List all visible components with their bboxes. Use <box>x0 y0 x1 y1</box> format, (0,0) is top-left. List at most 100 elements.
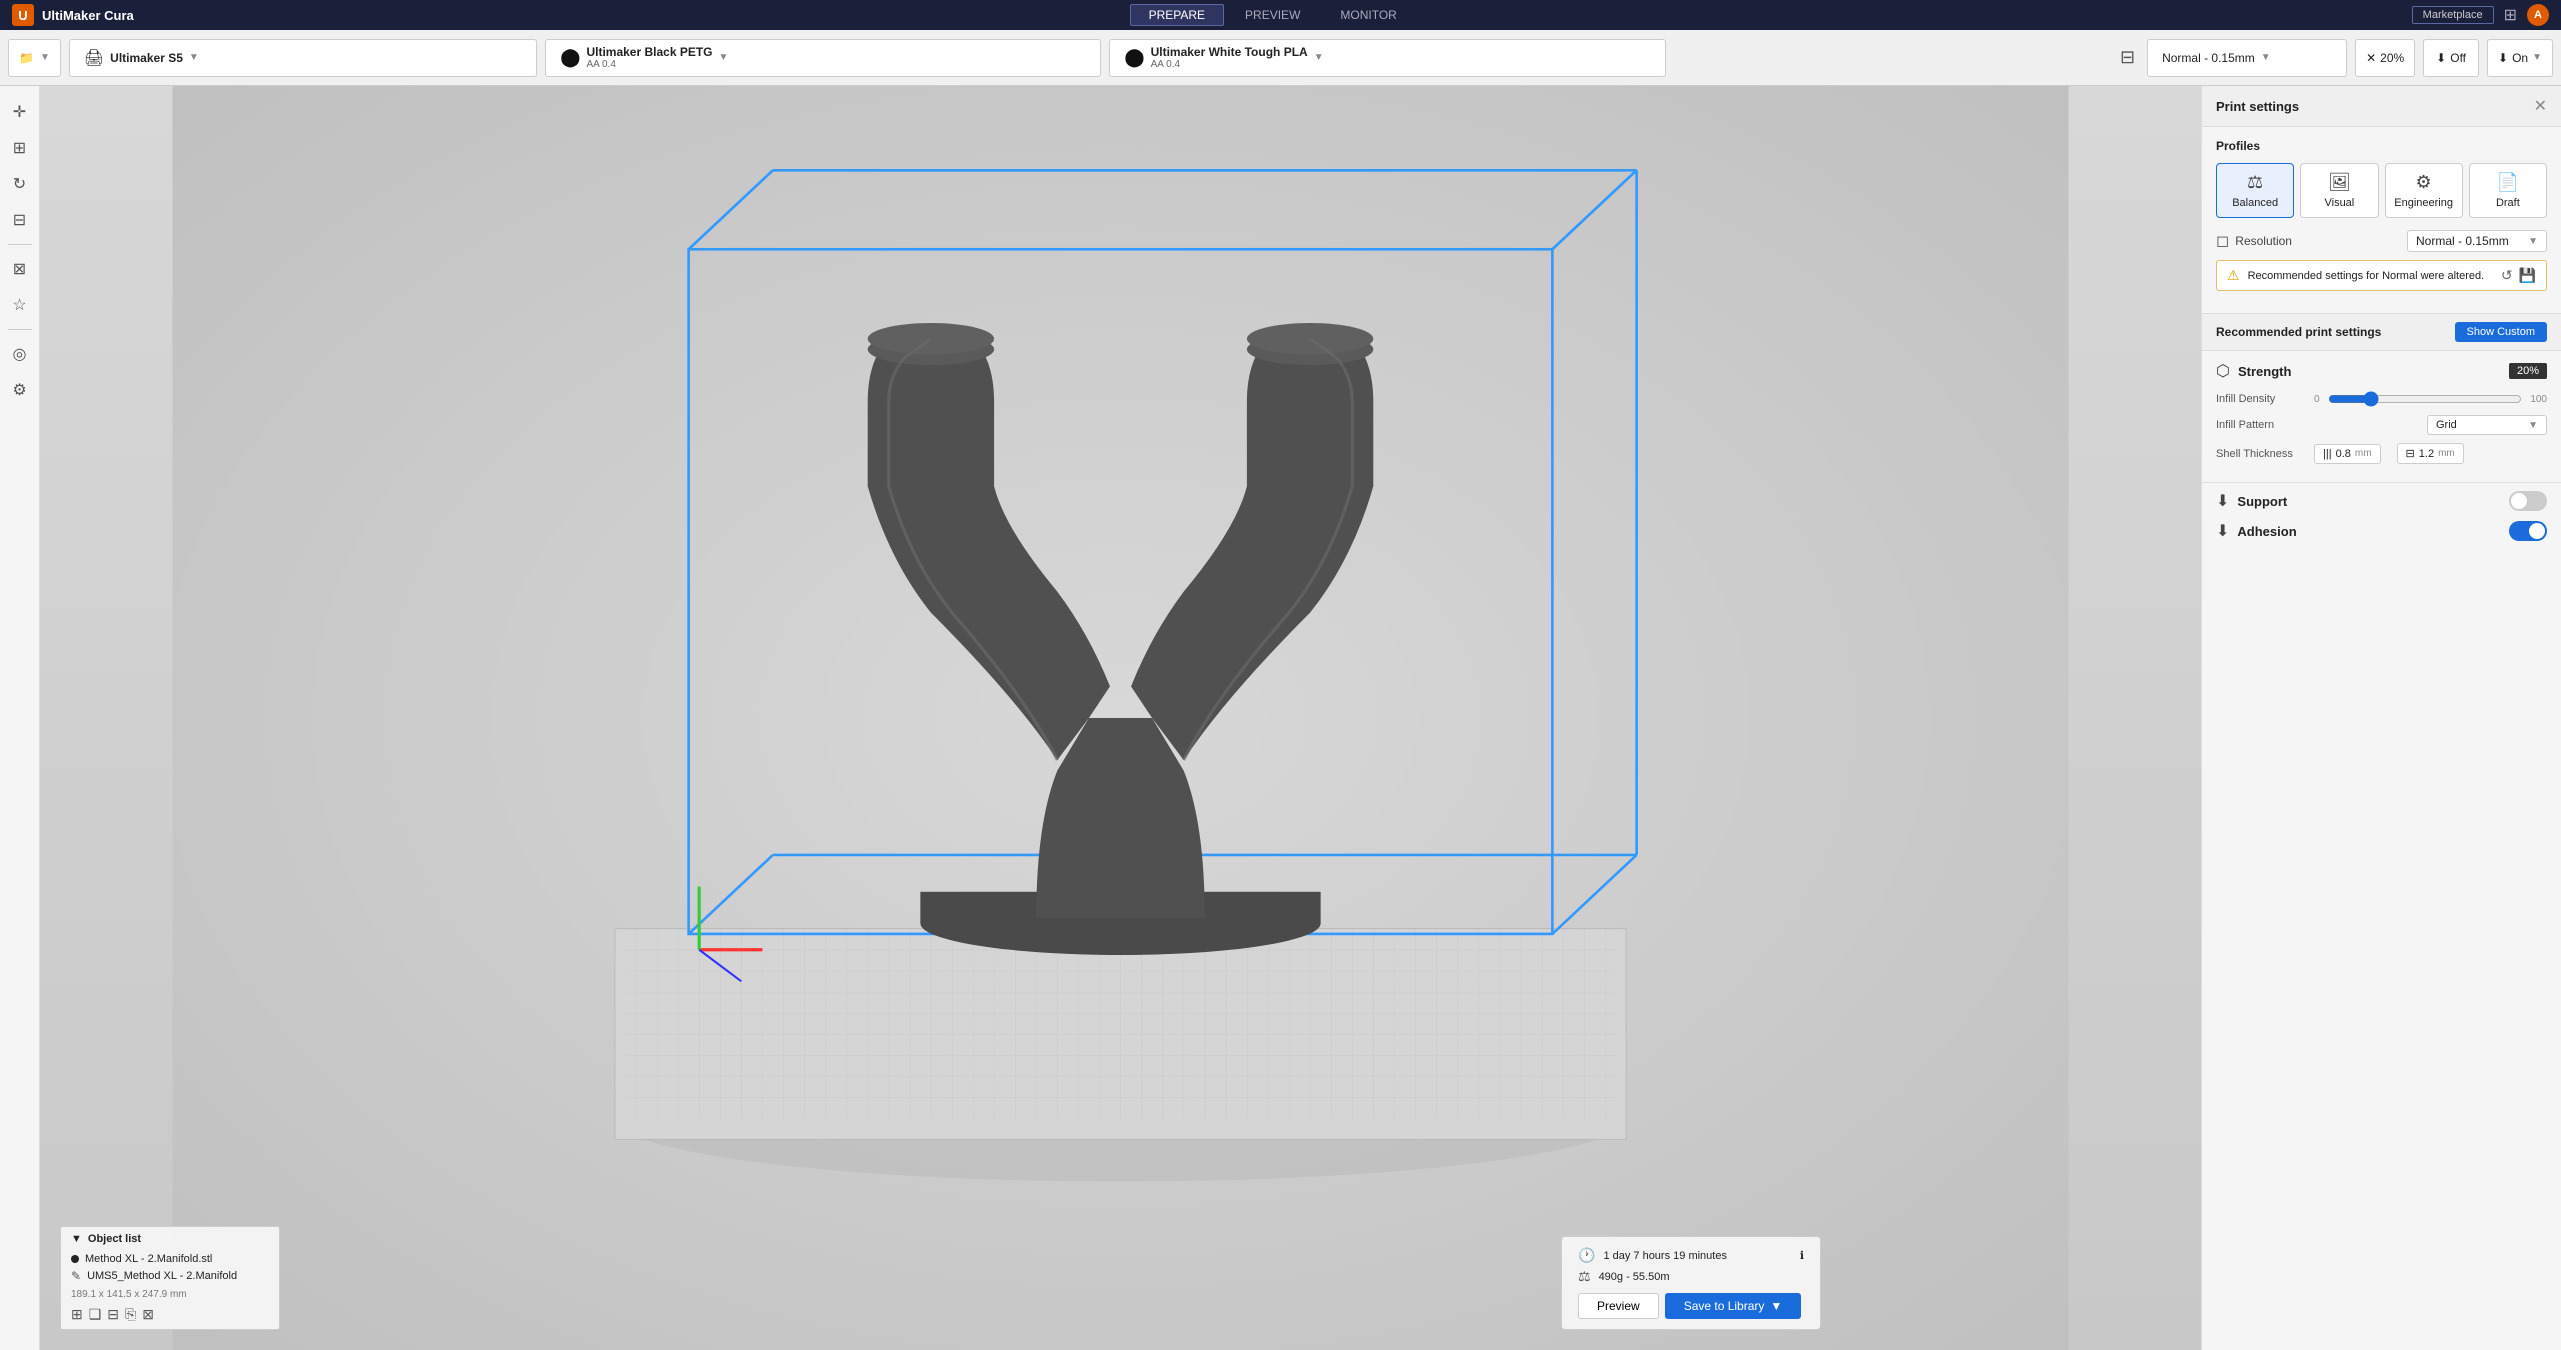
profile-selector[interactable]: Normal - 0.15mm ▼ <box>2147 39 2347 77</box>
toolbar: 📁 ▼ 🖨 Ultimaker S5 ▼ ⬤ Ultimaker Black P… <box>0 30 2561 86</box>
extruder2-icon: ⬤ <box>1124 47 1144 68</box>
recommended-header: Recommended print settings Show Custom <box>2202 313 2561 351</box>
preview-tab[interactable]: PREVIEW <box>1226 4 1319 26</box>
shell-lines-icon: ||| <box>2323 448 2332 460</box>
object-icon-2[interactable]: ❑ <box>89 1306 102 1323</box>
adhesion-toggle-label: Adhesion <box>2237 524 2296 539</box>
estimate-actions: Preview Save to Library ▼ <box>1578 1293 1804 1319</box>
resolution-value: Normal - 0.15mm <box>2416 234 2509 248</box>
sidebar-divider-2 <box>8 329 32 330</box>
strength-section: ⬡ Strength 20% Infill Density 0 100 Infi… <box>2202 351 2561 482</box>
profile-icon-area: ⊟ <box>2120 47 2135 68</box>
adhesion-toggle-knob <box>2529 523 2545 539</box>
support-label: Off <box>2450 51 2466 65</box>
warning-row: ⚠ Recommended settings for Normal were a… <box>2216 260 2547 291</box>
save-to-library-button[interactable]: Save to Library ▼ <box>1665 1293 1802 1319</box>
panel-title: Print settings <box>2216 99 2299 114</box>
object-icon-4[interactable]: ⎘ <box>125 1306 136 1323</box>
svg-text:U: U <box>18 8 27 23</box>
infill-density-label: Infill Density <box>2216 393 2306 405</box>
camera-view-tool[interactable]: ◎ <box>4 338 36 370</box>
prepare-tab[interactable]: PREPARE <box>1130 4 1224 26</box>
profile-engineering[interactable]: ⚙ Engineering <box>2385 163 2463 218</box>
panel-close-button[interactable]: ✕ <box>2534 96 2547 116</box>
object-icon-1[interactable]: ⊞ <box>71 1306 83 1323</box>
monitor-tab[interactable]: MONITOR <box>1321 4 1415 26</box>
rotate-tool[interactable]: ↻ <box>4 168 36 200</box>
weight-estimate: 490g - 55.50m <box>1599 1271 1670 1283</box>
resolution-select[interactable]: Normal - 0.15mm ▼ <box>2407 230 2547 252</box>
avatar[interactable]: A <box>2527 4 2549 26</box>
printer-selector[interactable]: 🖨 Ultimaker S5 ▼ <box>69 39 537 77</box>
support-blocker-tool[interactable]: ☆ <box>4 289 36 321</box>
material2-chevron: ▼ <box>1314 52 1324 63</box>
reset-warning-button[interactable]: ↺ <box>2501 267 2513 284</box>
object-icon-5[interactable]: ⊠ <box>142 1306 154 1323</box>
object-icon-3[interactable]: ⊟ <box>107 1306 119 1323</box>
extruder1-icon: ⬤ <box>560 47 580 68</box>
shell-thickness-input-2[interactable]: ⊟ 1.2 mm <box>2397 443 2464 464</box>
topbar-nav: PREPARE PREVIEW MONITOR <box>1130 4 1416 26</box>
profile-visual[interactable]: 🖼 Visual <box>2300 163 2378 218</box>
save-label: Save to Library <box>1684 1299 1765 1313</box>
save-chevron: ▼ <box>2532 52 2542 63</box>
settings-view-tool[interactable]: ⚙ <box>4 374 36 406</box>
marketplace-button[interactable]: Marketplace <box>2412 6 2494 24</box>
engineering-icon: ⚙ <box>2416 172 2432 193</box>
object-list-panel: ▼ Object list Method XL - 2.Manifold.stl… <box>60 1226 280 1330</box>
mirror-tool[interactable]: ⊟ <box>4 204 36 236</box>
printer-icon: 🖨 <box>84 48 104 68</box>
adhesion-toggle-switch[interactable] <box>2509 521 2547 541</box>
infill-density-slider[interactable] <box>2328 391 2523 407</box>
file-open-button[interactable]: 📁 ▼ <box>8 39 61 77</box>
material2-selector[interactable]: ⬤ Ultimaker White Tough PLA AA 0.4 ▼ <box>1109 39 1665 77</box>
printer-chevron: ▼ <box>189 52 199 63</box>
resolution-row: ◻ Resolution Normal - 0.15mm ▼ <box>2216 230 2547 252</box>
object-list-header[interactable]: ▼ Object list <box>71 1233 269 1245</box>
main-layout: ✛ ⊞ ↻ ⊟ ⊠ ☆ ◎ ⚙ <box>0 86 2561 1350</box>
folder-icon: 📁 <box>19 51 34 65</box>
object-name-2: UMS5_Method XL - 2.Manifold <box>87 1270 237 1282</box>
infill-pattern-select[interactable]: Grid ▼ <box>2427 415 2547 435</box>
app-logo: U <box>12 4 34 26</box>
list-item: Method XL - 2.Manifold.stl <box>71 1251 269 1267</box>
material1-selector[interactable]: ⬤ Ultimaker Black PETG AA 0.4 ▼ <box>545 39 1101 77</box>
topbar: U UltiMaker Cura PREPARE PREVIEW MONITOR… <box>0 0 2561 30</box>
weight-estimate-row: ⚖ 490g - 55.50m <box>1578 1268 1804 1285</box>
profile-chevron: ▼ <box>2261 52 2271 63</box>
sidebar-divider-1 <box>8 244 32 245</box>
support-toggle-switch[interactable] <box>2509 491 2547 511</box>
right-panel: Print settings ✕ Profiles ⚖ Balanced 🖼 V… <box>2201 86 2561 1350</box>
profile-label: Normal - 0.15mm <box>2162 51 2255 65</box>
edit-icon: ✎ <box>71 1269 81 1283</box>
show-custom-button[interactable]: Show Custom <box>2455 322 2547 342</box>
topbar-right: Marketplace ⊞ A <box>2412 4 2549 26</box>
per-model-tool[interactable]: ⊠ <box>4 253 36 285</box>
infill-pattern-row: Infill Pattern Grid ▼ <box>2216 415 2547 435</box>
infill-pct-button[interactable]: ✕ 20% <box>2355 39 2415 77</box>
shell-thickness-value2: 1.2 <box>2419 448 2434 460</box>
move-tool[interactable]: ✛ <box>4 96 36 128</box>
shell-thickness-label: Shell Thickness <box>2216 448 2306 460</box>
support-toggle-button[interactable]: ⬇ Off <box>2423 39 2479 77</box>
infill-pct-icon: ✕ <box>2366 51 2376 65</box>
profile-draft[interactable]: 📄 Draft <box>2469 163 2547 218</box>
strength-header: ⬡ Strength 20% <box>2216 361 2547 381</box>
info-icon[interactable]: ℹ <box>1800 1249 1804 1262</box>
viewport[interactable]: ▼ Object list Method XL - 2.Manifold.stl… <box>40 86 2201 1350</box>
grid-icon[interactable]: ⊞ <box>2504 5 2517 25</box>
infill-pattern-value: Grid <box>2436 419 2457 431</box>
strength-title: Strength <box>2238 364 2291 379</box>
save-warning-button[interactable]: 💾 <box>2519 267 2536 284</box>
save-button[interactable]: ⬇ On ▼ <box>2487 39 2553 77</box>
printer-info: Ultimaker S5 <box>110 51 183 65</box>
object-dot-1 <box>71 1255 79 1263</box>
shell-thickness-input-1[interactable]: ||| 0.8 mm <box>2314 444 2381 464</box>
support-toggle-left: ⬇ Support <box>2216 491 2287 511</box>
shell-thickness-value1: 0.8 <box>2336 448 2351 460</box>
profile-balanced[interactable]: ⚖ Balanced <box>2216 163 2294 218</box>
preview-button[interactable]: Preview <box>1578 1293 1659 1319</box>
left-sidebar: ✛ ⊞ ↻ ⊟ ⊠ ☆ ◎ ⚙ <box>0 86 40 1350</box>
scale-tool[interactable]: ⊞ <box>4 132 36 164</box>
resolution-label-area: ◻ Resolution <box>2216 231 2292 251</box>
